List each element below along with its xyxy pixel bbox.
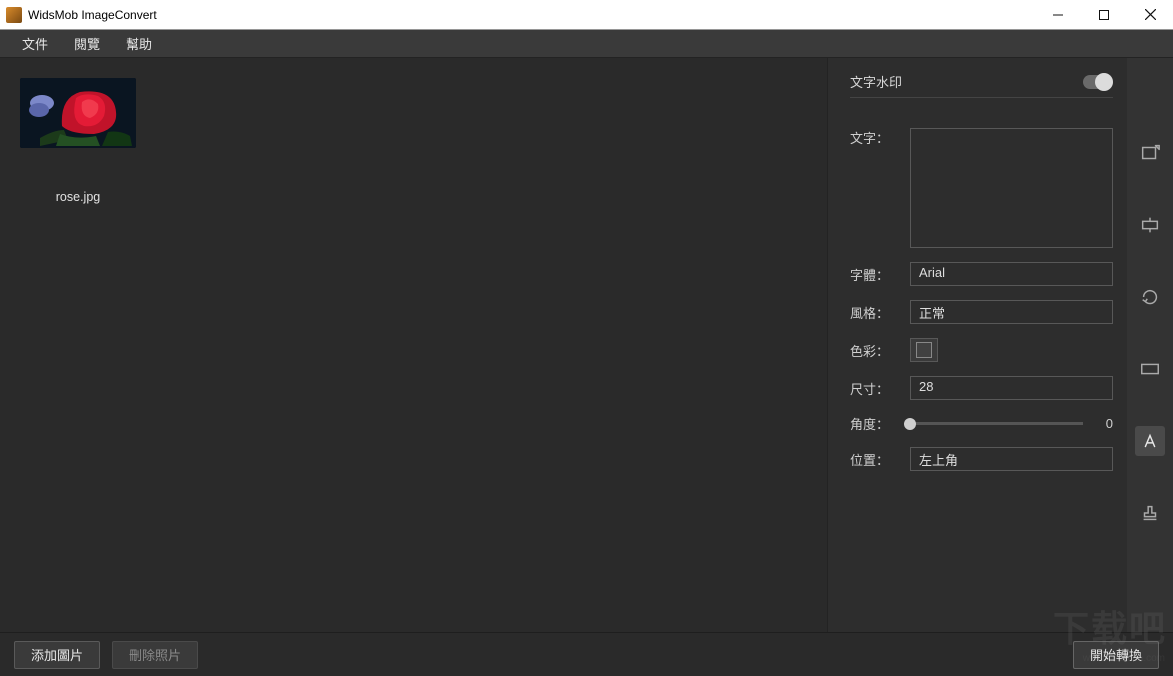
label-style: 風格： [850, 303, 898, 322]
size-input[interactable]: 28 [910, 376, 1113, 400]
panel-title: 文字水印 [850, 72, 902, 91]
thumbnail-image [20, 78, 136, 148]
angle-value: 0 [1095, 416, 1113, 431]
window-titlebar: WidsMob ImageConvert [0, 0, 1173, 30]
text-watermark-panel: 文字水印 文字： 字體： Arial 風格： 正常 色彩： 尺寸： 28 角度： [827, 58, 1127, 632]
label-position: 位置： [850, 450, 898, 469]
menu-file[interactable]: 文件 [14, 32, 56, 55]
tool-rotate[interactable] [1135, 282, 1165, 312]
footer-bar: 添加圖片 刪除照片 開始轉換 [0, 632, 1173, 676]
window-title: WidsMob ImageConvert [28, 8, 157, 22]
watermark-toggle[interactable] [1083, 75, 1113, 89]
color-picker[interactable] [910, 338, 938, 362]
menu-view[interactable]: 閱覽 [66, 32, 108, 55]
tool-stamp[interactable] [1135, 498, 1165, 528]
label-size: 尺寸： [850, 379, 898, 398]
label-font: 字體： [850, 265, 898, 284]
gallery-item[interactable]: rose.jpg [20, 78, 136, 204]
site-watermark-url: www.xiazaiba.com [1083, 653, 1165, 664]
app-icon [6, 7, 22, 23]
tool-resize[interactable] [1135, 138, 1165, 168]
color-swatch-preview [916, 342, 932, 358]
watermark-text-input[interactable] [910, 128, 1113, 248]
window-maximize-button[interactable] [1081, 0, 1127, 29]
slider-thumb[interactable] [904, 418, 916, 430]
add-image-button[interactable]: 添加圖片 [14, 641, 100, 669]
font-select[interactable]: Arial [910, 262, 1113, 286]
tool-text-watermark[interactable] [1135, 426, 1165, 456]
label-text: 文字： [850, 128, 898, 147]
menu-help[interactable]: 幫助 [118, 32, 160, 55]
tool-rail [1127, 58, 1173, 632]
tool-crop[interactable] [1135, 210, 1165, 240]
window-close-button[interactable] [1127, 0, 1173, 29]
angle-slider[interactable] [910, 422, 1083, 425]
label-angle: 角度： [850, 414, 898, 433]
label-color: 色彩： [850, 341, 898, 360]
style-select[interactable]: 正常 [910, 300, 1113, 324]
tool-frame[interactable] [1135, 354, 1165, 384]
delete-image-button[interactable]: 刪除照片 [112, 641, 198, 669]
window-minimize-button[interactable] [1035, 0, 1081, 29]
menu-bar: 文件 閱覽 幫助 [0, 30, 1173, 58]
position-select[interactable]: 左上角 [910, 447, 1113, 471]
image-gallery: rose.jpg [0, 58, 827, 632]
site-watermark: 下载吧 [1053, 600, 1167, 652]
thumbnail-filename: rose.jpg [56, 190, 100, 204]
